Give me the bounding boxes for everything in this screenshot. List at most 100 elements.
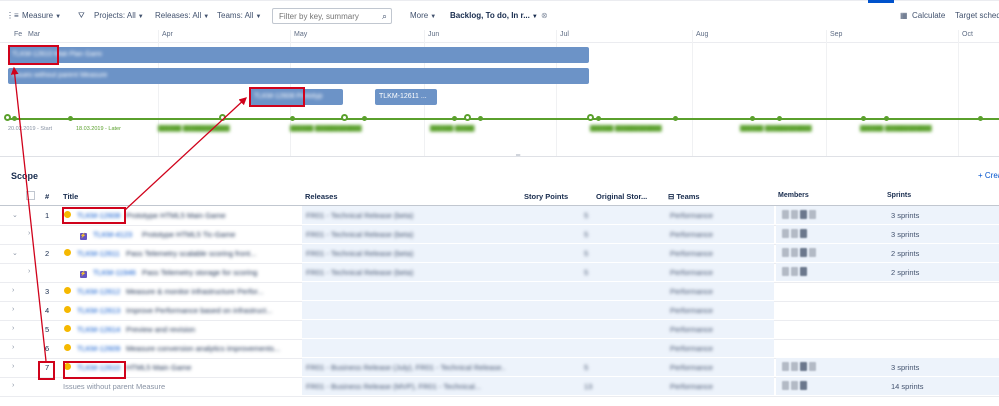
issue-summary[interactable]: Prototype HTML5 Main Game: [126, 211, 226, 220]
issue-key-link[interactable]: TLKM-12614: [77, 325, 120, 334]
member-avatars[interactable]: [782, 210, 816, 219]
timeline-bar-12610[interactable]: TLKM-12610 Mali Plan Gami: [8, 47, 589, 63]
release-marker[interactable]: [750, 116, 755, 121]
member-avatars[interactable]: [782, 381, 807, 390]
issue-key-link[interactable]: TLKM-4123: [93, 230, 132, 239]
release-marker[interactable]: [978, 116, 983, 121]
release-marker[interactable]: [452, 116, 457, 121]
measure-dropdown[interactable]: Measure ▼: [22, 11, 61, 20]
calculate-icon[interactable]: ▦: [900, 11, 908, 20]
team-value[interactable]: Performance: [670, 382, 713, 391]
release-marker[interactable]: [290, 116, 295, 121]
expand-chevron-icon[interactable]: ›: [12, 325, 14, 332]
member-avatars[interactable]: [782, 248, 816, 257]
team-value[interactable]: Performance: [670, 211, 713, 220]
resize-handle[interactable]: ═: [516, 153, 520, 159]
team-value[interactable]: Performance: [670, 306, 713, 315]
issue-summary[interactable]: Measure & monitor infrastructure Perfor.…: [126, 287, 264, 296]
issue-key-link[interactable]: TLKM-12613: [77, 306, 120, 315]
release-value[interactable]: FR01 - Technical Release (beta): [306, 211, 413, 220]
expand-chevron-icon[interactable]: ›: [28, 268, 30, 275]
create-button[interactable]: + Crea: [978, 171, 999, 180]
hierarchy-icon[interactable]: ⋮≡: [6, 11, 19, 20]
col-sprints[interactable]: Sprints: [887, 192, 911, 199]
team-value[interactable]: Performance: [670, 363, 713, 372]
table-row[interactable]: › 4 TLKM-12613 Improve Performance based on…: [0, 301, 999, 321]
story-points-value[interactable]: 5: [584, 230, 588, 239]
table-row[interactable]: › Issues without parent Measure FR01 - Bus…: [0, 377, 999, 397]
story-points-value[interactable]: 13: [584, 382, 592, 391]
issue-key-link[interactable]: TLKM-12609: [77, 344, 120, 353]
issue-summary[interactable]: HTML5 Main Game: [126, 363, 191, 372]
table-row[interactable]: ⌄ 2 TLKM-12611 Pass Telemetry scalable scor…: [0, 244, 999, 264]
table-row[interactable]: › 7 TLKM-12610 HTML5 Main Game FR01 - Busine…: [0, 358, 999, 378]
release-marker[interactable]: [362, 116, 367, 121]
story-points-value[interactable]: 5: [584, 249, 588, 258]
issue-key-link[interactable]: TLKM-12611: [77, 249, 120, 258]
story-points-value[interactable]: 5: [584, 363, 588, 372]
member-avatars[interactable]: [782, 362, 816, 371]
timeline-bar-no-parent[interactable]: Issues without parent Measure: [8, 68, 589, 84]
release-value[interactable]: FR01 - Business Release (July), FR01 - T…: [306, 363, 506, 372]
release-value[interactable]: FR01 - Technical Release (beta): [306, 268, 413, 277]
clear-filter-icon[interactable]: ⊗: [541, 11, 548, 20]
team-value[interactable]: Performance: [670, 230, 713, 239]
issue-summary[interactable]: Pass Telemetry storage for scoring: [142, 268, 257, 277]
expand-chevron-icon[interactable]: ›: [12, 363, 14, 370]
team-value[interactable]: Performance: [670, 344, 713, 353]
releases-filter[interactable]: Releases: All ▼: [155, 11, 209, 20]
member-avatars[interactable]: [782, 267, 807, 276]
col-teams[interactable]: ⊟ Teams: [668, 192, 700, 201]
release-value[interactable]: FR01 - Technical Release (beta): [306, 230, 413, 239]
expand-chevron-icon[interactable]: ⌄: [12, 249, 18, 257]
team-value[interactable]: Performance: [670, 325, 713, 334]
release-value[interactable]: FR01 - Technical Release (beta): [306, 249, 413, 258]
more-dropdown[interactable]: More ▼: [410, 11, 436, 20]
release-marker[interactable]: [587, 114, 594, 121]
view-filter-dropdown[interactable]: Backlog, To do, In r... ▼: [450, 11, 538, 20]
release-marker[interactable]: [4, 114, 11, 121]
team-value[interactable]: Performance: [670, 287, 713, 296]
expand-chevron-icon[interactable]: ›: [12, 344, 14, 351]
story-points-value[interactable]: 5: [584, 211, 588, 220]
table-row[interactable]: › ⚡ TLKM-11946 Pass Telemetry storage for s…: [0, 263, 999, 283]
teams-filter[interactable]: Teams: All ▼: [217, 11, 261, 20]
issue-summary[interactable]: Preview and revision: [126, 325, 195, 334]
issue-summary[interactable]: Improve Performance based on infrastruct…: [126, 306, 272, 315]
team-value[interactable]: Performance: [670, 249, 713, 258]
release-marker[interactable]: [219, 114, 226, 121]
select-all-checkbox[interactable]: [26, 191, 35, 200]
expand-chevron-icon[interactable]: ›: [12, 287, 14, 294]
target-schedule-button[interactable]: Target sched: [955, 11, 999, 20]
member-avatars[interactable]: [782, 229, 807, 238]
col-num[interactable]: #: [45, 192, 49, 201]
search-box[interactable]: ⌕: [272, 8, 392, 24]
release-marker[interactable]: [673, 116, 678, 121]
col-title[interactable]: Title: [63, 192, 78, 201]
issue-summary[interactable]: Measure conversion analytics improvement…: [126, 344, 280, 353]
table-row[interactable]: › ⚡ TLKM-4123 Prototype HTML5 Tic-Game FR01 …: [0, 225, 999, 245]
story-points-value[interactable]: 5: [584, 268, 588, 277]
release-marker[interactable]: [777, 116, 782, 121]
release-marker[interactable]: [861, 116, 866, 121]
release-marker[interactable]: [68, 116, 73, 121]
issue-key-link[interactable]: TLKM-12612: [77, 287, 120, 296]
expand-chevron-icon[interactable]: ›: [12, 382, 14, 389]
release-marker[interactable]: [596, 116, 601, 121]
calculate-button[interactable]: Calculate: [912, 11, 945, 20]
release-value[interactable]: FR01 - Business Release (MVP), FR01 - Te…: [306, 382, 481, 391]
release-marker[interactable]: [478, 116, 483, 121]
search-input[interactable]: [277, 11, 381, 22]
projects-filter[interactable]: Projects: All ▼: [94, 11, 144, 20]
col-story-points[interactable]: Story Points: [524, 192, 568, 201]
table-row[interactable]: › 3 TLKM-12612 Measure & monitor infrastruc…: [0, 282, 999, 302]
table-row[interactable]: › 5 TLKM-12614 Preview and revision Performa…: [0, 320, 999, 340]
team-value[interactable]: Performance: [670, 268, 713, 277]
expand-chevron-icon[interactable]: ›: [28, 230, 30, 237]
col-releases[interactable]: Releases: [305, 192, 338, 201]
table-row[interactable]: › 6 TLKM-12609 Measure conversion analytics…: [0, 339, 999, 359]
release-marker[interactable]: [464, 114, 471, 121]
release-marker[interactable]: [341, 114, 348, 121]
issue-summary[interactable]: Prototype HTML5 Tic-Game: [142, 230, 235, 239]
expand-chevron-icon[interactable]: ⌄: [12, 211, 18, 219]
